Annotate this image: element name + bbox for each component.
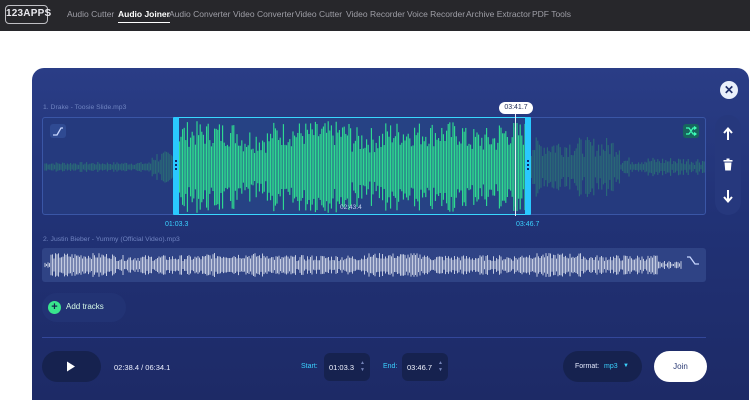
end-stepper-icon[interactable]: ▲ ▼	[438, 360, 443, 374]
playback-position: 02:38.4 / 06:34.1	[114, 363, 171, 372]
track-2-waveform[interactable]	[42, 248, 706, 282]
nav-pdf-tools[interactable]: PDF Tools	[532, 9, 571, 19]
close-button[interactable]: ✕	[720, 81, 738, 99]
selection-end-time: 03:46.7	[516, 221, 540, 228]
format-value: mp3	[604, 363, 618, 370]
join-button[interactable]: Join	[654, 351, 707, 382]
delete-track-button[interactable]	[715, 152, 741, 178]
nav-video-cutter[interactable]: Video Cutter	[295, 9, 342, 19]
trash-icon	[723, 158, 733, 171]
playhead-time: 03:41.7	[499, 102, 533, 114]
arrow-down-icon	[723, 190, 733, 204]
end-label: End:	[383, 363, 398, 370]
selection-start-handle[interactable]	[173, 117, 179, 215]
divider	[42, 337, 706, 338]
selection-duration: 02:43.4	[340, 204, 362, 211]
format-label: Format:	[575, 363, 600, 370]
fade-in-button[interactable]	[50, 124, 66, 138]
track-2-wave-svg	[44, 253, 682, 277]
plus-icon: +	[48, 301, 61, 314]
app-logo[interactable]: 123APPS	[5, 5, 51, 24]
selection-end-handle[interactable]	[525, 117, 531, 215]
move-up-button[interactable]	[715, 121, 741, 147]
nav-video-converter[interactable]: Video Converter	[233, 9, 294, 19]
arrow-up-icon	[723, 126, 733, 140]
nav-audio-cutter[interactable]: Audio Cutter	[67, 9, 114, 19]
nav-audio-converter[interactable]: Audio Converter	[169, 9, 230, 19]
start-stepper-icon[interactable]: ▲ ▼	[360, 360, 365, 374]
nav-audio-joiner[interactable]: Audio Joiner	[118, 9, 170, 23]
fade-in-icon	[53, 127, 63, 136]
nav-voice-recorder[interactable]: Voice Recorder	[407, 9, 465, 19]
track-1-selection[interactable]	[177, 117, 527, 215]
start-time-value: 01:03.3	[329, 363, 355, 372]
crossfade-button[interactable]	[683, 124, 699, 138]
shuffle-icon	[686, 126, 697, 136]
add-tracks-label: Add tracks	[66, 302, 104, 311]
move-down-button[interactable]	[715, 183, 741, 209]
fade-out-button[interactable]	[685, 253, 701, 267]
start-label: Start:	[301, 363, 318, 370]
play-icon	[67, 361, 75, 372]
end-time-value: 03:46.7	[407, 363, 433, 372]
track-side-controls	[715, 115, 741, 215]
chevron-down-icon: ▼	[623, 363, 629, 369]
close-icon: ✕	[723, 83, 735, 97]
play-button[interactable]	[42, 351, 101, 382]
nav-archive-extractor[interactable]: Archive Extractor	[466, 9, 531, 19]
format-dropdown[interactable]: Format: mp3 ▼	[563, 351, 642, 382]
track-2-label: 2. Justin Bieber - Yummy (Official Video…	[43, 236, 180, 243]
start-time-field[interactable]: 01:03.3 ▲ ▼	[324, 353, 370, 381]
nav-video-recorder[interactable]: Video Recorder	[346, 9, 405, 19]
playhead[interactable]	[515, 112, 516, 216]
track-1-label: 1. Drake - Toosie Slide.mp3	[43, 104, 127, 111]
selection-start-time: 01:03.3	[165, 221, 189, 228]
top-navbar: 123APPS Audio Cutter Audio Joiner Audio …	[0, 0, 750, 31]
end-time-field[interactable]: 03:46.7 ▲ ▼	[402, 353, 448, 381]
fade-out-icon	[687, 256, 699, 265]
add-tracks-button[interactable]: + Add tracks	[42, 293, 126, 322]
